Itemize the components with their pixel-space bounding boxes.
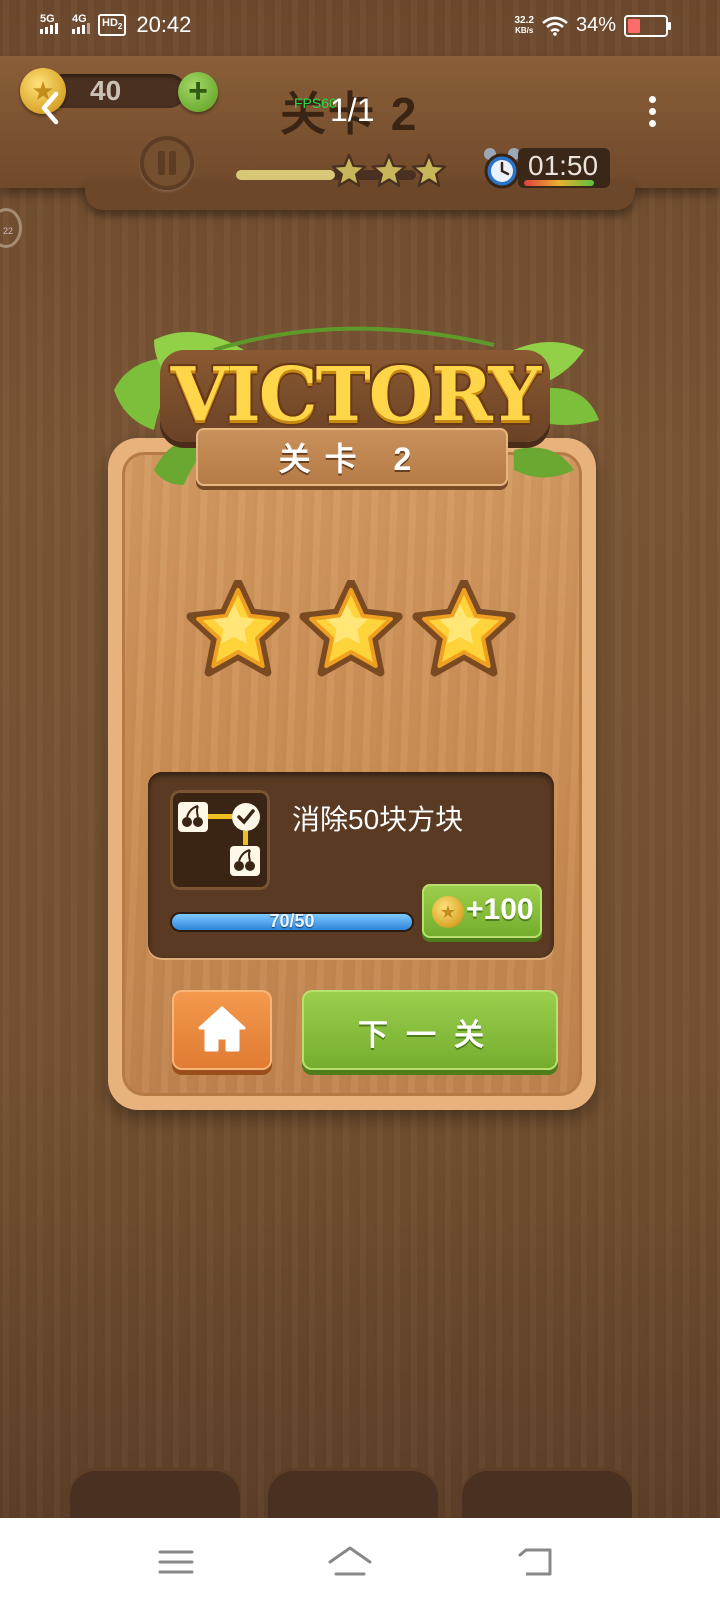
victory-level-label: 关卡 2 bbox=[278, 441, 426, 477]
reward-amount: +100 bbox=[466, 893, 534, 926]
home-icon bbox=[198, 1006, 246, 1052]
rating-stars bbox=[186, 580, 516, 677]
home-button[interactable] bbox=[172, 990, 272, 1070]
victory-level-plate: 关卡 2 bbox=[196, 428, 508, 486]
coin-icon: ★ bbox=[432, 896, 464, 928]
network-type-label: 5G bbox=[40, 12, 55, 25]
network-type-label: 4G bbox=[72, 12, 87, 25]
home-nav-icon[interactable] bbox=[326, 1542, 374, 1582]
recent-apps-icon[interactable] bbox=[152, 1542, 200, 1582]
battery-icon bbox=[624, 14, 671, 37]
pause-button[interactable] bbox=[140, 136, 194, 190]
cellular-signal-icon: 4G bbox=[72, 13, 90, 34]
back-nav-icon[interactable] bbox=[512, 1542, 560, 1582]
system-nav-bar bbox=[0, 1518, 720, 1605]
next-level-label: 下一关 bbox=[358, 1019, 502, 1052]
timer-text: 01:50 bbox=[528, 150, 599, 181]
alarm-clock-icon bbox=[484, 148, 520, 189]
rating-star bbox=[412, 580, 516, 677]
status-time: 20:42 bbox=[136, 12, 192, 37]
back-arrow-icon[interactable] bbox=[36, 88, 64, 128]
header-star-icon bbox=[331, 153, 367, 188]
header-star-icon bbox=[371, 153, 407, 188]
status-bar: 5G 4G HD2 20:42 32.2 KB/s 34% bbox=[0, 0, 720, 56]
cellular-signal-icon: 5G bbox=[40, 13, 58, 34]
bottom-tabs-hint bbox=[0, 1468, 720, 1528]
next-level-button[interactable]: 下一关 bbox=[302, 990, 558, 1070]
battery-percent: 34% bbox=[575, 14, 616, 36]
page-indicator: 1/1 bbox=[330, 92, 375, 128]
task-progress-bar: 70/50 bbox=[170, 911, 414, 932]
task-card: 消除50块方块 70/50 ★ +100 bbox=[148, 772, 554, 958]
match-cherries-icon bbox=[170, 790, 270, 890]
hd-voice-icon: HD2 bbox=[98, 13, 127, 37]
network-speed: 32.2 KB/s bbox=[514, 14, 534, 35]
rating-star bbox=[299, 580, 403, 677]
more-options-button[interactable] bbox=[646, 96, 658, 127]
header-stars bbox=[330, 152, 448, 190]
wifi-icon bbox=[542, 16, 568, 36]
timer-display: 01:50 bbox=[518, 148, 610, 188]
coin-count: 40 bbox=[90, 75, 122, 106]
claim-reward-button[interactable]: ★ +100 bbox=[422, 884, 542, 938]
rating-star bbox=[186, 580, 290, 677]
victory-title: VICTORY bbox=[170, 352, 542, 438]
task-progress-text: 70/50 bbox=[269, 911, 315, 931]
header-star-icon bbox=[411, 153, 447, 188]
task-description: 消除50块方块 bbox=[292, 804, 464, 835]
add-coins-button[interactable]: + bbox=[178, 72, 218, 112]
